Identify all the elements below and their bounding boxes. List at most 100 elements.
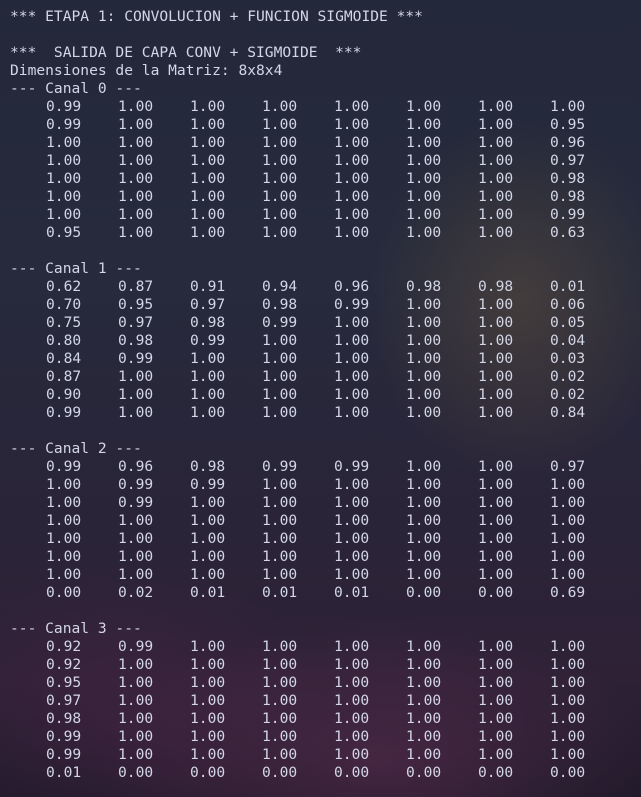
matrix-cell: 1.00	[478, 656, 514, 673]
matrix-cell: 1.00	[478, 404, 514, 421]
matrix-cell: 1.00	[334, 476, 370, 493]
matrix-cell: 1.00	[478, 566, 514, 583]
matrix-cell: 1.00	[46, 188, 82, 205]
matrix-cell: 0.99	[46, 98, 82, 115]
matrix-cell: 1.00	[118, 674, 154, 691]
matrix-cell: 1.00	[118, 512, 154, 529]
matrix-cell: 1.00	[262, 692, 298, 709]
matrix-cell: 1.00	[406, 386, 442, 403]
matrix-cell: 1.00	[118, 692, 154, 709]
matrix-cell: 1.00	[262, 638, 298, 655]
matrix-cell: 1.00	[262, 656, 298, 673]
matrix-cell: 1.00	[478, 350, 514, 367]
matrix-cell: 1.00	[190, 224, 226, 241]
matrix-cell: 0.84	[46, 350, 82, 367]
matrix-cell: 0.95	[46, 224, 82, 241]
matrix-cell: 1.00	[46, 548, 82, 565]
matrix-cell: 0.06	[550, 296, 586, 313]
matrix-cell: 1.00	[406, 152, 442, 169]
matrix-cell: 1.00	[46, 476, 82, 493]
matrix-cell: 1.00	[406, 494, 442, 511]
matrix-cell: 1.00	[550, 638, 586, 655]
matrix-cell: 1.00	[550, 494, 586, 511]
matrix-cell: 1.00	[334, 530, 370, 547]
matrix-cell: 1.00	[190, 350, 226, 367]
matrix-cell: 0.02	[550, 386, 586, 403]
matrix-cell: 1.00	[406, 692, 442, 709]
matrix-cell: 0.99	[118, 494, 154, 511]
channel-label: --- Canal 0 ---	[10, 80, 142, 97]
matrix-cell: 1.00	[406, 332, 442, 349]
matrix-cell: 0.97	[190, 296, 226, 313]
matrix-cell: 1.00	[478, 746, 514, 763]
matrix-cell: 0.62	[46, 278, 82, 295]
matrix-cell: 0.00	[478, 764, 514, 781]
matrix-cell: 1.00	[118, 548, 154, 565]
matrix-cell: 0.01	[46, 764, 82, 781]
matrix-cell: 1.00	[334, 332, 370, 349]
matrix-cell: 1.00	[334, 692, 370, 709]
matrix-cell: 1.00	[478, 692, 514, 709]
matrix-cell: 1.00	[46, 152, 82, 169]
matrix-cell: 0.99	[46, 116, 82, 133]
matrix-cell: 1.00	[334, 746, 370, 763]
matrix-cell: 0.91	[190, 278, 226, 295]
matrix-cell: 1.00	[334, 134, 370, 151]
matrix-cell: 0.96	[118, 458, 154, 475]
matrix-cell: 0.00	[334, 764, 370, 781]
matrix-cell: 1.00	[334, 638, 370, 655]
matrix-cell: 0.00	[550, 764, 586, 781]
matrix-cell: 1.00	[118, 656, 154, 673]
matrix-cell: 1.00	[118, 188, 154, 205]
matrix-cell: 0.99	[118, 350, 154, 367]
matrix-cell: 1.00	[262, 674, 298, 691]
matrix-cell: 1.00	[262, 170, 298, 187]
matrix-cell: 1.00	[262, 152, 298, 169]
matrix-cell: 1.00	[406, 638, 442, 655]
matrix-dimensions: Dimensiones de la Matriz: 8x8x4	[10, 62, 283, 79]
matrix-cell: 0.01	[262, 584, 298, 601]
matrix-cell: 1.00	[406, 134, 442, 151]
matrix-cell: 1.00	[406, 296, 442, 313]
matrix-cell: 1.00	[478, 116, 514, 133]
matrix-cell: 1.00	[478, 206, 514, 223]
matrix-cell: 1.00	[334, 368, 370, 385]
matrix-cell: 1.00	[334, 494, 370, 511]
matrix-cell: 1.00	[118, 566, 154, 583]
matrix-cell: 1.00	[406, 170, 442, 187]
matrix-cell: 0.98	[190, 314, 226, 331]
matrix-cell: 1.00	[478, 296, 514, 313]
matrix-cell: 1.00	[262, 728, 298, 745]
matrix-cell: 0.97	[46, 692, 82, 709]
matrix-cell: 1.00	[118, 98, 154, 115]
matrix-cell: 0.99	[262, 458, 298, 475]
matrix-cell: 1.00	[478, 548, 514, 565]
matrix-cell: 1.00	[406, 746, 442, 763]
matrix-cell: 1.00	[262, 530, 298, 547]
matrix-cell: 1.00	[334, 728, 370, 745]
matrix-cell: 0.69	[550, 584, 586, 601]
matrix-cell: 1.00	[118, 530, 154, 547]
matrix-cell: 1.00	[334, 206, 370, 223]
matrix-cell: 0.92	[46, 656, 82, 673]
matrix-cell: 1.00	[118, 386, 154, 403]
matrix-cell: 1.00	[46, 170, 82, 187]
matrix-cell: 0.84	[550, 404, 586, 421]
matrix-cell: 1.00	[118, 134, 154, 151]
matrix-cell: 1.00	[478, 386, 514, 403]
channel-label: --- Canal 1 ---	[10, 260, 142, 277]
matrix-cell: 1.00	[478, 530, 514, 547]
matrix-cell: 1.00	[334, 188, 370, 205]
matrix-cell: 1.00	[334, 512, 370, 529]
matrix-cell: 1.00	[478, 188, 514, 205]
matrix-cell: 1.00	[118, 368, 154, 385]
matrix-cell: 1.00	[406, 530, 442, 547]
matrix-cell: 0.00	[46, 584, 82, 601]
matrix-cell: 1.00	[406, 566, 442, 583]
matrix-cell: 1.00	[478, 170, 514, 187]
terminal-window[interactable]: *** ETAPA 1: CONVOLUCION + FUNCION SIGMO…	[0, 0, 641, 797]
matrix-cell: 0.00	[406, 584, 442, 601]
matrix-cell: 0.99	[118, 476, 154, 493]
matrix-cell: 1.00	[118, 404, 154, 421]
matrix-cell: 1.00	[190, 548, 226, 565]
